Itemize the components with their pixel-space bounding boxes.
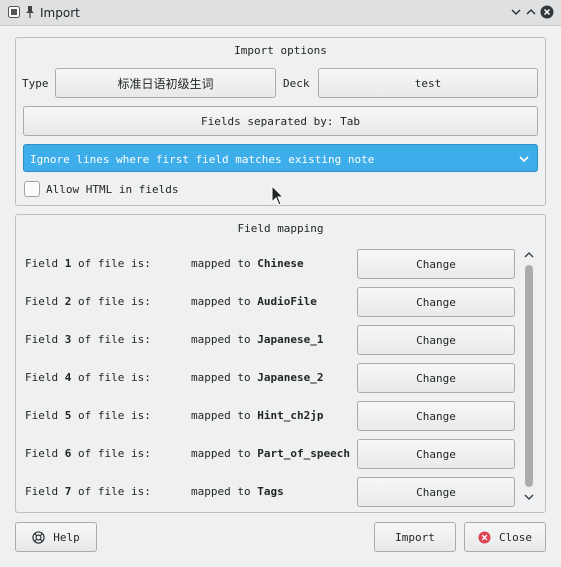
allow-html-label: Allow HTML in fields xyxy=(46,183,179,196)
change-field-button[interactable]: Change xyxy=(357,477,515,507)
field-target-label: mapped to Tags xyxy=(191,485,284,498)
field-mapping-row: Field 3 of file is: mapped to Japanese_1… xyxy=(25,325,515,355)
field-source-label: Field 2 of file is: xyxy=(25,295,151,308)
change-field-button[interactable]: Change xyxy=(357,325,515,355)
import-label: Import xyxy=(395,530,435,544)
field-source-label: Field 7 of file is: xyxy=(25,485,151,498)
change-field-button[interactable]: Change xyxy=(357,249,515,279)
field-source-label: Field 6 of file is: xyxy=(25,447,151,460)
field-mapping-row: Field 6 of file is: mapped to Part_of_sp… xyxy=(25,439,515,469)
help-icon xyxy=(32,530,45,544)
field-mapping-title: Field mapping xyxy=(237,222,324,235)
pin-icon[interactable] xyxy=(25,5,35,19)
duplicate-mode-value: Ignore lines where first field matches e… xyxy=(30,153,375,166)
scroll-down-icon[interactable] xyxy=(524,493,534,501)
scrollbar-thumb[interactable] xyxy=(525,265,533,487)
field-mapping-row: Field 7 of file is: mapped to Tags Chang… xyxy=(25,477,515,507)
field-separator-label: Fields separated by: Tab xyxy=(201,114,360,128)
close-circle-icon xyxy=(478,530,491,544)
field-mapping-row: Field 4 of file is: mapped to Japanese_2… xyxy=(25,363,515,393)
window-title: Import xyxy=(40,6,80,20)
maximize-icon[interactable] xyxy=(524,5,538,19)
chevron-down-icon xyxy=(519,156,529,163)
change-field-button[interactable]: Change xyxy=(357,363,515,393)
duplicate-mode-select[interactable]: Ignore lines where first field matches e… xyxy=(23,144,538,172)
close-button[interactable]: Close xyxy=(464,522,546,552)
field-target-label: mapped to AudioFile xyxy=(191,295,317,308)
field-source-label: Field 5 of file is: xyxy=(25,409,151,422)
field-target-label: mapped to Hint_ch2jp xyxy=(191,409,324,422)
field-source-label: Field 3 of file is: xyxy=(25,333,151,346)
field-target-label: mapped to Chinese xyxy=(191,257,304,270)
field-separator-button[interactable]: Fields separated by: Tab xyxy=(23,106,538,136)
deck-button[interactable]: test xyxy=(318,68,538,98)
change-field-button[interactable]: Change xyxy=(357,287,515,317)
field-source-label: Field 4 of file is: xyxy=(25,371,151,384)
close-icon[interactable] xyxy=(540,5,554,19)
field-mapping-row: Field 5 of file is: mapped to Hint_ch2jp… xyxy=(25,401,515,431)
change-field-button[interactable]: Change xyxy=(357,401,515,431)
type-label: Type xyxy=(22,77,49,90)
import-button[interactable]: Import xyxy=(374,522,456,552)
field-target-label: mapped to Japanese_2 xyxy=(191,371,324,384)
scroll-up-icon[interactable] xyxy=(524,251,534,259)
note-type-button[interactable]: 标准日语初级生词 xyxy=(55,68,276,98)
app-icon xyxy=(8,6,20,18)
minimize-icon[interactable] xyxy=(509,5,523,19)
title-bar: Import xyxy=(0,0,561,26)
field-source-label: Field 1 of file is: xyxy=(25,257,151,270)
help-button[interactable]: Help xyxy=(15,522,97,552)
note-type-value: 标准日语初级生词 xyxy=(117,76,214,91)
deck-label: Deck xyxy=(283,77,310,90)
field-mapping-row: Field 1 of file is: mapped to Chinese Ch… xyxy=(25,249,515,279)
help-label: Help xyxy=(53,530,80,544)
field-mapping-row: Field 2 of file is: mapped to AudioFile … xyxy=(25,287,515,317)
import-options-title: Import options xyxy=(234,44,327,57)
field-target-label: mapped to Japanese_1 xyxy=(191,333,324,346)
deck-value: test xyxy=(414,76,442,90)
mouse-cursor-icon xyxy=(271,185,285,206)
close-label: Close xyxy=(498,530,533,544)
field-target-label: mapped to Part_of_speech xyxy=(191,447,350,460)
allow-html-checkbox[interactable] xyxy=(24,181,40,197)
change-field-button[interactable]: Change xyxy=(357,439,515,469)
